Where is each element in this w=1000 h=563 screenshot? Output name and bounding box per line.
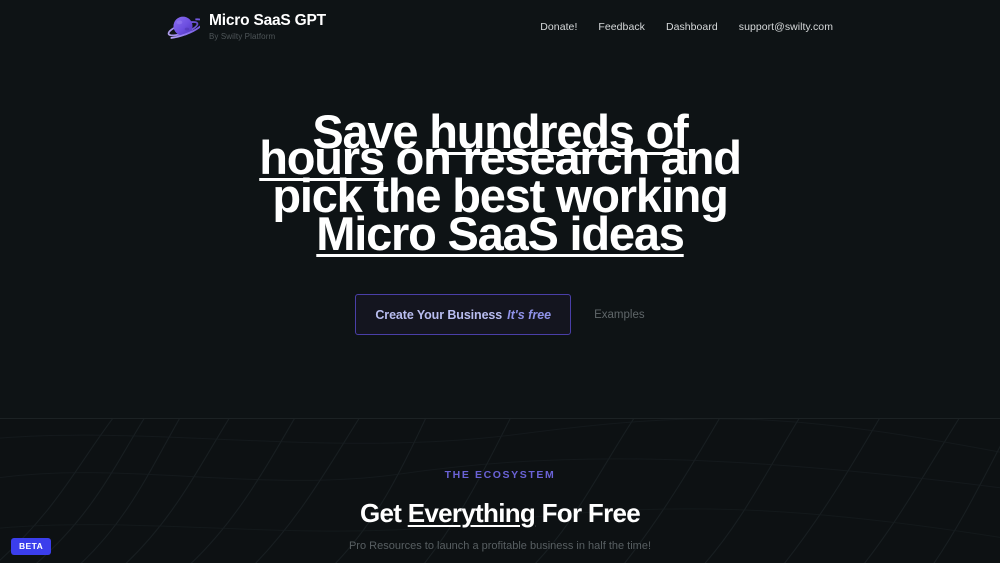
examples-link[interactable]: Examples — [594, 309, 645, 321]
cta-row: Create Your Business It's free Examples — [0, 294, 1000, 335]
create-business-label: Create Your Business — [375, 307, 503, 322]
brand-title: Micro SaaS GPT — [209, 11, 326, 29]
brand-logo[interactable]: Micro SaaS GPT By Swilty Platform — [166, 10, 326, 44]
brand-subtitle: By Swilty Platform — [209, 31, 276, 41]
brand-text-block: Micro SaaS GPT By Swilty Platform — [209, 12, 326, 43]
its-free-label: It's free — [507, 307, 552, 322]
beta-badge[interactable]: BETA — [11, 538, 52, 555]
page-title: Save hundreds of hours on research and p… — [0, 101, 1000, 257]
site-header: Micro SaaS GPT By Swilty Platform Donate… — [0, 0, 1000, 55]
nav-link-feedback[interactable]: Feedback — [598, 21, 645, 33]
nav-link-support-email[interactable]: support@swilty.com — [739, 21, 833, 33]
main-nav: Donate! Feedback Dashboard support@swilt… — [540, 21, 833, 33]
ecosystem-section: THE ECOSYSTEM Get Everything For Free Pr… — [0, 419, 1000, 563]
hero-section: Micro SaaS GPT By Swilty Platform Donate… — [0, 0, 1000, 419]
ecosystem-eyebrow: THE ECOSYSTEM — [444, 469, 556, 481]
ecosystem-title-after: For Free — [535, 498, 641, 528]
ecosystem-title: Get Everything For Free — [0, 498, 1000, 528]
headline-underlined: Micro SaaS ideas — [316, 207, 685, 260]
ecosystem-title-underlined: Everything — [407, 498, 536, 528]
nav-link-dashboard[interactable]: Dashboard — [666, 21, 718, 33]
planet-saturn-icon — [166, 10, 200, 44]
ecosystem-content: THE ECOSYSTEM Get Everything For Free Pr… — [0, 419, 1000, 563]
create-business-button[interactable]: Create Your Business It's free — [355, 294, 572, 335]
ecosystem-title-before: Get — [359, 498, 408, 528]
ecosystem-subtitle: Pro Resources to launch a profitable bus… — [348, 540, 652, 552]
nav-link-donate[interactable]: Donate! — [540, 21, 577, 33]
headline-line-4: Micro SaaS ideas — [150, 210, 850, 257]
page-root: Micro SaaS GPT By Swilty Platform Donate… — [0, 0, 1000, 563]
